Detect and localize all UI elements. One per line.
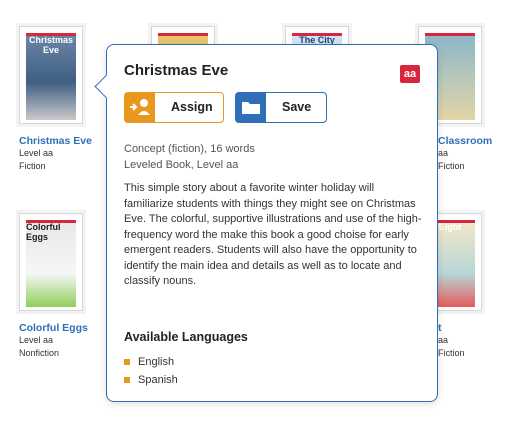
book-title-link[interactable]: Colorful Eggs [19,322,109,334]
bullet-icon [124,377,130,383]
book-description: This simple story about a favorite winte… [124,182,422,287]
book-level: aa [438,148,449,158]
book-card[interactable]: Christmas Eve Christmas Eve Level aa Fic… [19,26,109,173]
book-title-link[interactable]: Christmas Eve [19,135,109,147]
book-cover[interactable]: Christmas Eve [19,26,83,124]
popover-title: Christmas Eve [124,62,229,79]
book-type-words: Concept (fiction), 16 words [124,143,255,155]
book-cover[interactable]: Colorful Eggs [19,213,83,311]
book-title-link[interactable]: t [438,322,508,334]
assign-button[interactable]: Assign [124,92,224,123]
assign-label: Assign [171,100,213,114]
language-item[interactable]: Spanish [124,371,178,389]
folder-icon [236,93,266,122]
save-button[interactable]: Save [235,92,327,123]
bullet-icon [124,359,130,365]
book-level: aa [438,335,449,345]
cover-title: Christmas Eve [28,35,73,55]
cover-title: Colorful Eggs [26,222,61,242]
book-detail-popover: Christmas Eve aa Assign Save Concept (fi… [94,44,438,402]
book-genre: Fiction [19,161,46,171]
language-label: Spanish [138,374,178,386]
language-item[interactable]: English [124,353,178,371]
assign-person-icon [125,93,155,122]
book-card[interactable]: Colorful Eggs Colorful Eggs Level aa Non… [19,213,109,360]
level-badge: aa [400,65,420,83]
book-level: Level aa [19,335,54,345]
book-genre: Fiction [438,348,465,358]
languages-heading: Available Languages [124,330,248,344]
book-genre: Fiction [438,161,465,171]
save-label: Save [282,100,312,114]
language-label: English [138,356,175,368]
book-genre: Nonfiction [19,348,60,358]
book-info: Concept (fiction), 16 words Leveled Book… [124,141,255,173]
book-title-link[interactable]: Classroom [438,135,508,147]
book-level: Level aa [19,148,54,158]
languages-list: English Spanish [124,353,178,389]
book-leveled-label: Leveled Book, Level aa [124,159,239,171]
